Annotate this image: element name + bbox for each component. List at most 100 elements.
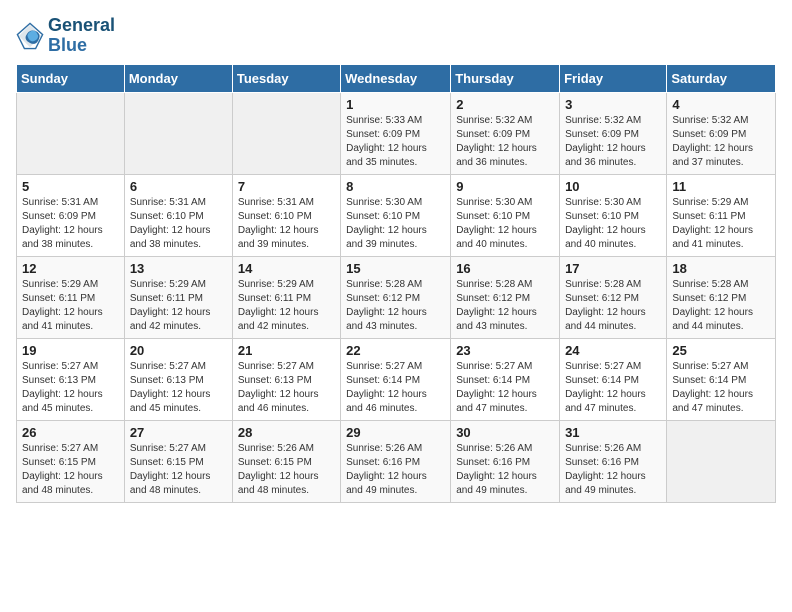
- calendar-cell: 5 Sunrise: 5:31 AMSunset: 6:09 PMDaylight…: [17, 174, 125, 256]
- day-number: 1: [346, 97, 445, 112]
- logo: General Blue: [16, 16, 115, 56]
- calendar-week-1: 1 Sunrise: 5:33 AMSunset: 6:09 PMDaylight…: [17, 92, 776, 174]
- column-header-monday: Monday: [124, 64, 232, 92]
- day-number: 25: [672, 343, 770, 358]
- calendar-cell: 6 Sunrise: 5:31 AMSunset: 6:10 PMDaylight…: [124, 174, 232, 256]
- day-number: 15: [346, 261, 445, 276]
- calendar-cell: [667, 420, 776, 502]
- calendar-cell: [232, 92, 340, 174]
- calendar-cell: 20Sunrise: 5:27 AMSunset: 6:13 PMDayligh…: [124, 338, 232, 420]
- day-info: Sunrise: 5:27 AMSunset: 6:14 PMDaylight:…: [456, 360, 554, 416]
- day-info: Sunrise: 5:28 AMSunset: 6:12 PMDaylight:…: [346, 278, 445, 334]
- day-info: Sunrise: 5:31 AMSunset: 6:09 PMDaylight:…: [22, 196, 119, 252]
- day-number: 14: [238, 261, 335, 276]
- calendar-cell: [124, 92, 232, 174]
- day-info: Sunrise: 5:32 AMSunset: 6:09 PMDaylight:…: [672, 114, 770, 170]
- day-number: 30: [456, 425, 554, 440]
- day-number: 21: [238, 343, 335, 358]
- day-number: 29: [346, 425, 445, 440]
- calendar-cell: 23 Sunrise: 5:27 AMSunset: 6:14 PMDayligh…: [451, 338, 560, 420]
- calendar-week-2: 5 Sunrise: 5:31 AMSunset: 6:09 PMDaylight…: [17, 174, 776, 256]
- day-info: Sunrise: 5:29 AMSunset: 6:11 PMDaylight:…: [22, 278, 119, 334]
- day-info: Sunrise: 5:30 AMSunset: 6:10 PMDaylight:…: [565, 196, 661, 252]
- day-number: 24: [565, 343, 661, 358]
- day-number: 17: [565, 261, 661, 276]
- day-info: Sunrise: 5:26 AMSunset: 6:16 PMDaylight:…: [456, 442, 554, 498]
- day-info: Sunrise: 5:28 AMSunset: 6:12 PMDaylight:…: [672, 278, 770, 334]
- calendar-week-4: 19 Sunrise: 5:27 AMSunset: 6:13 PMDayligh…: [17, 338, 776, 420]
- day-info: Sunrise: 5:33 AMSunset: 6:09 PMDaylight:…: [346, 114, 445, 170]
- day-number: 9: [456, 179, 554, 194]
- logo-text: General Blue: [48, 16, 115, 56]
- day-number: 13: [130, 261, 227, 276]
- calendar-cell: 13 Sunrise: 5:29 AMSunset: 6:11 PMDayligh…: [124, 256, 232, 338]
- day-number: 22: [346, 343, 445, 358]
- calendar-cell: 16 Sunrise: 5:28 AMSunset: 6:12 PMDayligh…: [451, 256, 560, 338]
- page-header: General Blue: [16, 16, 776, 56]
- day-info: Sunrise: 5:27 AMSunset: 6:13 PMDaylight:…: [238, 360, 335, 416]
- calendar-cell: 19Sunrise: 5:27 AMSunset: 6:13 PMDayligh…: [17, 338, 125, 420]
- column-header-sunday: Sunday: [17, 64, 125, 92]
- day-number: 16: [456, 261, 554, 276]
- calendar-cell: 10 Sunrise: 5:30 AMSunset: 6:10 PMDayligh…: [560, 174, 667, 256]
- day-info: Sunrise: 5:28 AMSunset: 6:12 PMDaylight:…: [456, 278, 554, 334]
- calendar-cell: [17, 92, 125, 174]
- day-number: 27: [130, 425, 227, 440]
- column-header-saturday: Saturday: [667, 64, 776, 92]
- day-info: Sunrise: 5:32 AMSunset: 6:09 PMDaylight:…: [565, 114, 661, 170]
- day-number: 8: [346, 179, 445, 194]
- column-header-friday: Friday: [560, 64, 667, 92]
- calendar-cell: 17Sunrise: 5:28 AMSunset: 6:12 PMDayligh…: [560, 256, 667, 338]
- day-info: Sunrise: 5:31 AMSunset: 6:10 PMDaylight:…: [238, 196, 335, 252]
- logo-icon: [16, 22, 44, 50]
- calendar-cell: 4Sunrise: 5:32 AMSunset: 6:09 PMDaylight…: [667, 92, 776, 174]
- day-number: 7: [238, 179, 335, 194]
- calendar-cell: 22 Sunrise: 5:27 AMSunset: 6:14 PMDayligh…: [341, 338, 451, 420]
- calendar-cell: 27 Sunrise: 5:27 AMSunset: 6:15 PMDayligh…: [124, 420, 232, 502]
- day-number: 28: [238, 425, 335, 440]
- column-header-tuesday: Tuesday: [232, 64, 340, 92]
- day-number: 11: [672, 179, 770, 194]
- calendar-cell: 25Sunrise: 5:27 AMSunset: 6:14 PMDayligh…: [667, 338, 776, 420]
- calendar-cell: 14 Sunrise: 5:29 AMSunset: 6:11 PMDayligh…: [232, 256, 340, 338]
- day-number: 10: [565, 179, 661, 194]
- calendar-week-3: 12 Sunrise: 5:29 AMSunset: 6:11 PMDayligh…: [17, 256, 776, 338]
- day-info: Sunrise: 5:26 AMSunset: 6:15 PMDaylight:…: [238, 442, 335, 498]
- day-info: Sunrise: 5:29 AMSunset: 6:11 PMDaylight:…: [672, 196, 770, 252]
- day-info: Sunrise: 5:30 AMSunset: 6:10 PMDaylight:…: [346, 196, 445, 252]
- day-number: 5: [22, 179, 119, 194]
- calendar-header: SundayMondayTuesdayWednesdayThursdayFrid…: [17, 64, 776, 92]
- calendar-cell: 7 Sunrise: 5:31 AMSunset: 6:10 PMDaylight…: [232, 174, 340, 256]
- calendar-cell: 24Sunrise: 5:27 AMSunset: 6:14 PMDayligh…: [560, 338, 667, 420]
- day-number: 20: [130, 343, 227, 358]
- day-info: Sunrise: 5:27 AMSunset: 6:15 PMDaylight:…: [130, 442, 227, 498]
- day-info: Sunrise: 5:29 AMSunset: 6:11 PMDaylight:…: [238, 278, 335, 334]
- day-info: Sunrise: 5:27 AMSunset: 6:14 PMDaylight:…: [346, 360, 445, 416]
- day-number: 6: [130, 179, 227, 194]
- calendar-cell: 28 Sunrise: 5:26 AMSunset: 6:15 PMDayligh…: [232, 420, 340, 502]
- calendar-cell: 21 Sunrise: 5:27 AMSunset: 6:13 PMDayligh…: [232, 338, 340, 420]
- calendar-cell: 31 Sunrise: 5:26 AMSunset: 6:16 PMDayligh…: [560, 420, 667, 502]
- day-info: Sunrise: 5:26 AMSunset: 6:16 PMDaylight:…: [565, 442, 661, 498]
- calendar-cell: 11 Sunrise: 5:29 AMSunset: 6:11 PMDayligh…: [667, 174, 776, 256]
- day-number: 26: [22, 425, 119, 440]
- day-info: Sunrise: 5:26 AMSunset: 6:16 PMDaylight:…: [346, 442, 445, 498]
- day-number: 2: [456, 97, 554, 112]
- calendar-cell: 15 Sunrise: 5:28 AMSunset: 6:12 PMDayligh…: [341, 256, 451, 338]
- day-number: 31: [565, 425, 661, 440]
- calendar-cell: 9Sunrise: 5:30 AMSunset: 6:10 PMDaylight…: [451, 174, 560, 256]
- calendar-cell: 30 Sunrise: 5:26 AMSunset: 6:16 PMDayligh…: [451, 420, 560, 502]
- calendar-cell: 18Sunrise: 5:28 AMSunset: 6:12 PMDayligh…: [667, 256, 776, 338]
- calendar-cell: 26 Sunrise: 5:27 AMSunset: 6:15 PMDayligh…: [17, 420, 125, 502]
- day-number: 12: [22, 261, 119, 276]
- day-info: Sunrise: 5:27 AMSunset: 6:15 PMDaylight:…: [22, 442, 119, 498]
- calendar-cell: 3Sunrise: 5:32 AMSunset: 6:09 PMDaylight…: [560, 92, 667, 174]
- day-info: Sunrise: 5:32 AMSunset: 6:09 PMDaylight:…: [456, 114, 554, 170]
- calendar-week-5: 26 Sunrise: 5:27 AMSunset: 6:15 PMDayligh…: [17, 420, 776, 502]
- day-number: 23: [456, 343, 554, 358]
- day-number: 19: [22, 343, 119, 358]
- day-info: Sunrise: 5:31 AMSunset: 6:10 PMDaylight:…: [130, 196, 227, 252]
- calendar-table: SundayMondayTuesdayWednesdayThursdayFrid…: [16, 64, 776, 503]
- calendar-cell: 12 Sunrise: 5:29 AMSunset: 6:11 PMDayligh…: [17, 256, 125, 338]
- day-info: Sunrise: 5:29 AMSunset: 6:11 PMDaylight:…: [130, 278, 227, 334]
